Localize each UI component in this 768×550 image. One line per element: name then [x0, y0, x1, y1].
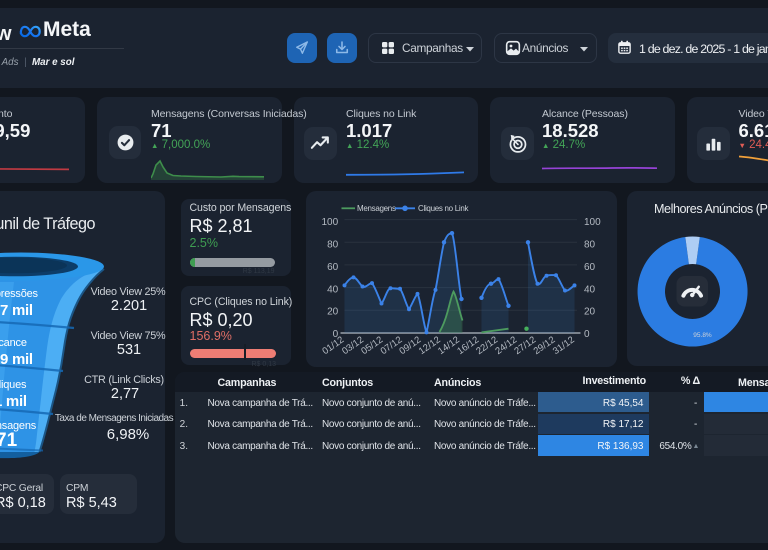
svg-text:40: 40: [584, 284, 596, 295]
svg-text:100: 100: [584, 217, 601, 228]
svg-text:100: 100: [321, 217, 338, 228]
svg-text:95.8%: 95.8%: [693, 332, 712, 339]
svg-text:40: 40: [327, 284, 339, 295]
svg-text:0: 0: [584, 329, 590, 340]
svg-text:60: 60: [584, 262, 596, 273]
svg-text:Cliques no Link: Cliques no Link: [418, 204, 469, 213]
svg-text:80: 80: [327, 239, 339, 250]
svg-text:Mensagens: Mensagens: [357, 204, 396, 213]
svg-text:20: 20: [584, 307, 596, 318]
svg-text:20: 20: [327, 307, 339, 318]
svg-text:80: 80: [584, 239, 596, 250]
svg-text:60: 60: [327, 262, 339, 273]
svg-text:31/12: 31/12: [550, 334, 576, 357]
